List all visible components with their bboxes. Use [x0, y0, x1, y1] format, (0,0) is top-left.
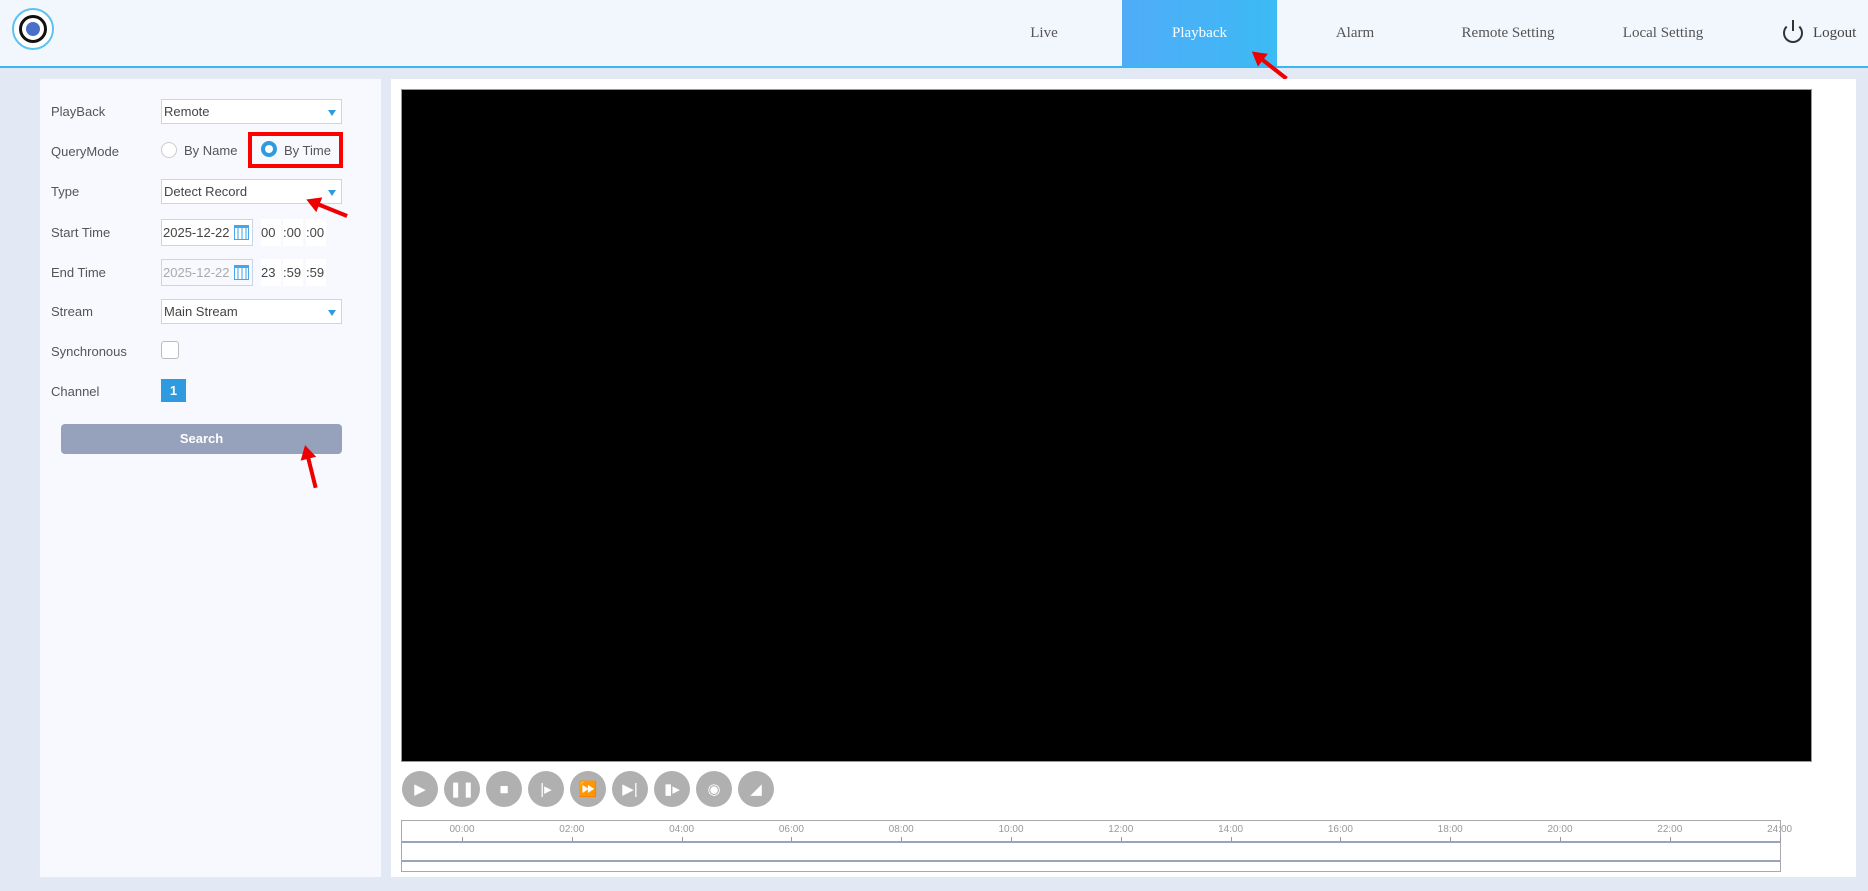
querymode-label: QueryMode [51, 144, 119, 159]
timeline-tick-label: 18:00 [1437, 824, 1463, 835]
nav-local-setting[interactable]: Local Setting [1600, 0, 1726, 66]
logout-label: Logout [1813, 25, 1857, 41]
timeline-tick-label: 06:00 [778, 824, 804, 835]
end-date-value: 2025-12-22 [163, 265, 230, 280]
timeline-tick-label: 14:00 [1218, 824, 1244, 835]
nav-live[interactable]: Live [1005, 0, 1083, 66]
annotation-arrow [304, 448, 318, 489]
start-second-input[interactable]: :00 [306, 219, 326, 246]
timeline-tick-label: 16:00 [1327, 824, 1353, 835]
by-time-radio[interactable] [261, 141, 277, 157]
synchronous-checkbox[interactable] [161, 341, 179, 359]
playback-select[interactable]: Remote [161, 99, 342, 124]
by-time-label: By Time [284, 143, 331, 158]
camera-icon[interactable]: ◉ [696, 771, 732, 807]
pause-icon[interactable]: ❚❚ [444, 771, 480, 807]
volume-icon[interactable]: ◢ [738, 771, 774, 807]
timeline-tick-label: 02:00 [559, 824, 585, 835]
playback-label: PlayBack [51, 104, 106, 119]
start-date-input[interactable]: 2025-12-22 [161, 219, 253, 246]
power-icon [1783, 20, 1803, 43]
playback-area: ▶ ❚❚ ■ |▸ ⏩ ▶| ▮▸ ◉ ◢ 00:00 02:00 04:00 06:… [391, 79, 1856, 877]
synchronous-label: Synchronous [51, 344, 127, 359]
top-header: Live Playback Alarm Remote Setting Local… [0, 0, 1868, 68]
record-icon[interactable]: ▮▸ [654, 771, 690, 807]
channel-label: Channel [51, 384, 100, 399]
start-time-label: Start Time [51, 225, 111, 240]
timeline-track [402, 860, 1780, 862]
end-second-input[interactable]: :59 [306, 259, 326, 286]
stop-icon[interactable]: ■ [486, 771, 522, 807]
nav-remote-setting[interactable]: Remote Setting [1440, 0, 1576, 66]
type-label: Type [51, 184, 80, 199]
calendar-icon[interactable] [234, 265, 249, 280]
start-minute-input[interactable]: :00 [283, 219, 303, 246]
timeline-track [402, 841, 1780, 843]
timeline[interactable]: 00:00 02:00 04:00 06:00 08:00 10:00 12:00 14:00… [401, 820, 1792, 872]
calendar-icon[interactable] [234, 225, 249, 240]
end-date-input[interactable]: 2025-12-22 [161, 259, 253, 286]
channel-1-button[interactable]: 1 [161, 379, 186, 402]
start-hour-input[interactable]: 00 [261, 219, 281, 246]
timeline-tick-label: 20:00 [1547, 824, 1573, 835]
timeline-tick-label: 22:00 [1657, 824, 1683, 835]
nav-alarm[interactable]: Alarm [1310, 0, 1400, 66]
timeline-tick-label: 24:00 [1767, 824, 1793, 835]
fast-forward-icon[interactable]: ⏩ [570, 771, 606, 807]
play-icon[interactable]: ▶ [402, 771, 438, 807]
stream-label: Stream [51, 304, 93, 319]
logout-button[interactable]: Logout [1783, 0, 1856, 66]
playback-controls: ▶ ❚❚ ■ |▸ ⏩ ▶| ▮▸ ◉ ◢ [402, 771, 774, 807]
timeline-tick-label: 10:00 [998, 824, 1024, 835]
start-date-value: 2025-12-22 [163, 225, 230, 240]
end-time-label: End Time [51, 265, 106, 280]
timeline-tick-label: 00:00 [449, 824, 475, 835]
slow-play-icon[interactable]: |▸ [528, 771, 564, 807]
end-minute-input[interactable]: :59 [283, 259, 303, 286]
end-hour-input[interactable]: 23 [261, 259, 281, 286]
timeline-tick-label: 08:00 [888, 824, 914, 835]
video-player[interactable] [401, 89, 1812, 762]
timeline-tick-label: 12:00 [1108, 824, 1134, 835]
logo-icon [12, 8, 54, 50]
by-name-label: By Name [184, 143, 238, 158]
by-name-radio[interactable] [161, 142, 177, 158]
search-panel: PlayBack Remote QueryMode By Name By Tim… [40, 79, 381, 877]
stream-select[interactable]: Main Stream [161, 299, 342, 324]
next-frame-icon[interactable]: ▶| [612, 771, 648, 807]
timeline-tick-label: 04:00 [669, 824, 695, 835]
